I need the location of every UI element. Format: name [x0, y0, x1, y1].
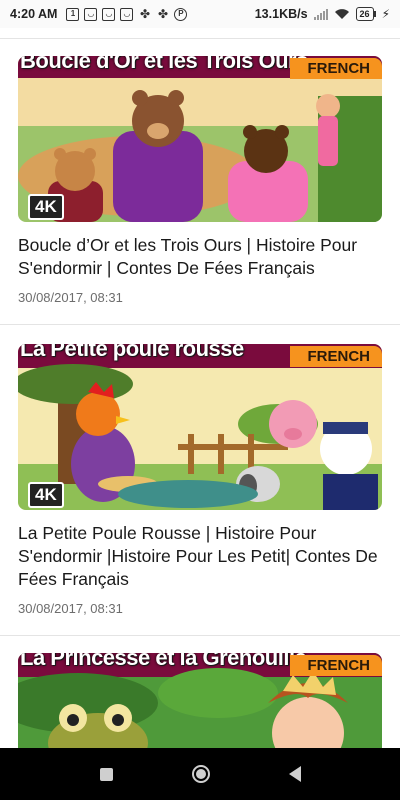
video-feed[interactable]: Boucle d'Or et les Trois Ours FRENCH 4K …	[0, 28, 400, 748]
thumbnail-title-text: La Petite poule rousse	[20, 344, 244, 361]
video-title[interactable]: La Petite Poule Rousse | Histoire Pour S…	[18, 522, 382, 591]
divider	[0, 38, 400, 39]
system-navigation-bar	[0, 748, 400, 800]
quality-badge: 4K	[28, 194, 64, 220]
notification-app-icon: ◡	[102, 7, 116, 21]
battery-icon: 26	[355, 7, 376, 21]
video-thumbnail[interactable]: La Petite poule rousse FRENCH 4K	[18, 344, 382, 510]
language-badge: FRENCH	[289, 58, 382, 79]
back-button[interactable]	[288, 766, 301, 782]
wifi-icon	[334, 8, 350, 20]
quality-badge: 4K	[28, 482, 64, 508]
video-card[interactable]: La Petite poule rousse FRENCH 4K La Peti…	[0, 344, 400, 616]
battery-level: 26	[355, 7, 374, 21]
notification-app-icon: ◡	[84, 7, 98, 21]
home-button[interactable]	[191, 765, 210, 783]
charging-icon: ⚡	[381, 7, 390, 21]
video-card[interactable]: La Princesse et la Grenouille FRENCH	[0, 653, 400, 748]
video-thumbnail[interactable]: La Princesse et la Grenouille FRENCH	[18, 653, 382, 748]
video-thumbnail[interactable]: Boucle d'Or et les Trois Ours FRENCH 4K	[18, 56, 382, 222]
thumbnail-illustration	[18, 56, 382, 222]
language-badge: FRENCH	[289, 346, 382, 367]
status-left: 4:20 AM 1 ◡ ◡ ◡ ✤ ✤ P	[10, 7, 188, 21]
divider	[0, 635, 400, 636]
divider	[0, 324, 400, 325]
pinwheel-icon: ✤	[157, 7, 168, 21]
language-badge: FRENCH	[289, 655, 382, 676]
video-title[interactable]: Boucle d’Or et les Trois Ours | Histoire…	[18, 234, 382, 280]
status-right: 13.1KB/s 26 ⚡	[255, 7, 390, 21]
video-date: 30/08/2017, 08:31	[18, 290, 123, 305]
recents-button[interactable]	[99, 767, 113, 781]
app-p-icon: P	[174, 7, 188, 21]
home-icon	[195, 769, 206, 779]
calendar-icon: 1	[66, 7, 80, 21]
status-bar: 4:20 AM 1 ◡ ◡ ◡ ✤ ✤ P 13.1KB/s 26 ⚡	[0, 0, 400, 28]
thumbnail-illustration	[18, 344, 382, 510]
network-speed: 13.1KB/s	[254, 7, 308, 21]
cell-signal-icon	[313, 8, 328, 20]
status-time: 4:20 AM	[10, 7, 58, 21]
video-card[interactable]: Boucle d'Or et les Trois Ours FRENCH 4K …	[0, 56, 400, 305]
video-date: 30/08/2017, 08:31	[18, 601, 123, 616]
pinwheel-icon: ✤	[139, 7, 150, 21]
thumbnail-title-text: La Princesse et la Grenouille	[20, 653, 307, 670]
notification-app-icon: ◡	[120, 7, 134, 21]
thumbnail-title-text: Boucle d'Or et les Trois Ours	[20, 56, 308, 73]
